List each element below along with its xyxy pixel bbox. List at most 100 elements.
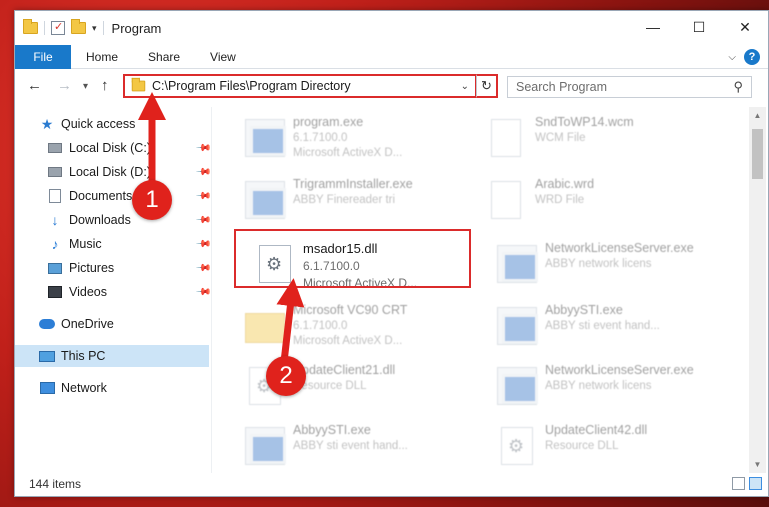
file-item[interactable]: TrigrammInstaller.exe ABBY Finereader tr… xyxy=(241,173,476,227)
up-arrow-icon[interactable]: ↑ xyxy=(101,77,109,94)
scroll-thumb[interactable] xyxy=(752,129,763,179)
sidebar-item-pictures[interactable]: Pictures 📌 xyxy=(47,257,211,279)
address-bar[interactable]: C:\Program Files\Program Directory ⌄ xyxy=(123,74,477,98)
properties-icon[interactable] xyxy=(51,20,65,35)
pin-icon[interactable]: 📌 xyxy=(194,140,211,157)
search-input[interactable]: Search Program ⚲ xyxy=(507,76,752,98)
search-icon: ⚲ xyxy=(733,79,743,94)
file-detail: ABBY sti event hand... xyxy=(293,440,408,452)
file-item[interactable]: NetworkLicenseServer.exe ABBY network li… xyxy=(493,359,728,413)
file-detail: 6.1.7100.0 xyxy=(293,132,348,144)
customize-toolbar-icon[interactable]: ▾ xyxy=(92,23,97,34)
status-bar: 144 items xyxy=(15,472,768,496)
file-name: Microsoft VC90 CRT xyxy=(293,303,408,317)
pin-icon[interactable]: 📌 xyxy=(194,284,211,301)
pane-divider[interactable] xyxy=(211,107,212,473)
file-name: TrigrammInstaller.exe xyxy=(293,177,413,191)
file-detail: Resource DLL xyxy=(293,380,367,392)
file-item[interactable]: Arabic.wrd WRD File xyxy=(483,173,718,227)
new-folder-icon[interactable] xyxy=(71,19,86,34)
pictures-icon xyxy=(47,261,63,275)
music-icon: ♪ xyxy=(51,236,59,252)
tab-share[interactable]: Share xyxy=(133,50,195,64)
tab-view[interactable]: View xyxy=(195,50,251,64)
tiles-view-icon[interactable] xyxy=(749,477,762,490)
file-name: AbbyySTI.exe xyxy=(545,303,623,317)
toolbar-separator xyxy=(44,21,45,35)
sidebar-item-videos[interactable]: Videos 📌 xyxy=(47,281,211,303)
refresh-button[interactable]: ↻ xyxy=(476,74,498,98)
file-name: program.exe xyxy=(293,115,364,129)
scroll-up-icon[interactable]: ▲ xyxy=(749,107,766,124)
file-name: Arabic.wrd xyxy=(535,177,595,191)
address-path[interactable]: C:\Program Files\Program Directory xyxy=(152,79,461,93)
folder-icon xyxy=(23,19,38,34)
application-icon xyxy=(245,119,286,157)
star-icon: ★ xyxy=(40,115,54,132)
sidebar-item-label: Downloads xyxy=(69,213,131,227)
close-button[interactable]: ✕ xyxy=(722,11,768,43)
sidebar-item-label: Network xyxy=(61,381,107,395)
download-icon: ↓ xyxy=(51,212,59,228)
help-icon[interactable]: ? xyxy=(744,49,760,65)
file-name: SndToWP14.wcm xyxy=(535,115,634,129)
refresh-icon: ↻ xyxy=(481,78,492,93)
document-icon xyxy=(491,181,521,219)
sidebar-item-label: Videos xyxy=(69,285,107,299)
minimize-button[interactable]: — xyxy=(630,11,676,43)
sidebar-item-quick-access[interactable]: ★ Quick access xyxy=(39,113,136,135)
sidebar-item-local-disk-c[interactable]: Local Disk (C:) 📌 xyxy=(47,137,211,159)
document-icon xyxy=(491,119,521,157)
scroll-down-icon[interactable]: ▼ xyxy=(749,456,766,473)
pin-icon[interactable]: 📌 xyxy=(194,260,211,277)
sidebar-item-music[interactable]: ♪ Music 📌 xyxy=(47,233,212,255)
file-name: NetworkLicenseServer.exe xyxy=(545,241,694,255)
videos-icon xyxy=(47,285,63,299)
chevron-up-icon[interactable]: ⌵ xyxy=(728,52,736,63)
drive-icon xyxy=(47,141,63,155)
sidebar-item-local-disk-d[interactable]: Local Disk (D:) 📌 xyxy=(47,161,211,183)
details-view-icon[interactable] xyxy=(732,477,745,490)
dll-settings-icon xyxy=(501,427,533,465)
file-detail: WRD File xyxy=(535,194,585,206)
file-item[interactable]: NetworkLicenseServer.exe ABBY network li… xyxy=(493,237,728,291)
file-item[interactable]: Microsoft VC90 CRT 6.1.7100.0 Microsoft … xyxy=(241,299,476,353)
callout-badge-1: 1 xyxy=(132,180,172,220)
application-icon xyxy=(497,367,538,405)
sidebar-item-documents[interactable]: Documents 📌 xyxy=(47,185,211,207)
sidebar-item-label: Local Disk (D:) xyxy=(69,165,151,179)
file-detail: ABBY sti event hand... xyxy=(545,320,660,332)
pin-icon[interactable]: 📌 xyxy=(194,164,211,181)
sidebar-item-downloads[interactable]: ↓ Downloads 📌 xyxy=(47,209,212,231)
file-item[interactable]: program.exe 6.1.7100.0 Microsoft ActiveX… xyxy=(241,111,476,165)
sidebar-item-network[interactable]: Network xyxy=(39,377,107,399)
documents-icon xyxy=(47,189,63,203)
file-detail: WCM File xyxy=(535,132,586,144)
pin-icon[interactable]: 📌 xyxy=(194,188,211,205)
file-item[interactable]: UpdateClient42.dll Resource DLL xyxy=(493,419,728,473)
back-arrow-icon[interactable]: ← xyxy=(27,77,42,94)
recent-locations-icon[interactable]: ▾ xyxy=(83,81,88,92)
view-switcher xyxy=(732,477,762,490)
file-detail: ABBY Finereader tri xyxy=(293,194,396,206)
navigation-pane: ★ Quick access Local Disk (C:) 📌 Local D… xyxy=(15,107,212,473)
pin-icon[interactable]: 📌 xyxy=(194,236,211,253)
vertical-scrollbar[interactable]: ▲ ▼ xyxy=(749,107,766,473)
cloud-icon xyxy=(39,317,55,331)
pin-icon[interactable]: 📌 xyxy=(194,212,211,229)
callout-badge-2: 2 xyxy=(266,356,306,396)
application-icon xyxy=(245,181,286,219)
maximize-button[interactable]: ☐ xyxy=(676,11,722,43)
sidebar-item-label: OneDrive xyxy=(61,317,114,331)
tab-file[interactable]: File xyxy=(15,44,71,69)
file-item[interactable]: AbbyySTI.exe ABBY sti event hand... xyxy=(493,299,728,353)
sidebar-item-onedrive[interactable]: OneDrive xyxy=(39,313,114,335)
chevron-down-icon[interactable]: ⌄ xyxy=(461,81,469,92)
drive-icon xyxy=(47,165,63,179)
toolbar-separator xyxy=(102,21,104,35)
tab-home[interactable]: Home xyxy=(71,50,133,64)
sidebar-item-this-pc[interactable]: This PC xyxy=(15,345,209,367)
file-item[interactable]: SndToWP14.wcm WCM File xyxy=(483,111,718,165)
file-item[interactable]: AbbyySTI.exe ABBY sti event hand... xyxy=(241,419,476,473)
forward-arrow-icon[interactable]: → xyxy=(57,77,72,94)
